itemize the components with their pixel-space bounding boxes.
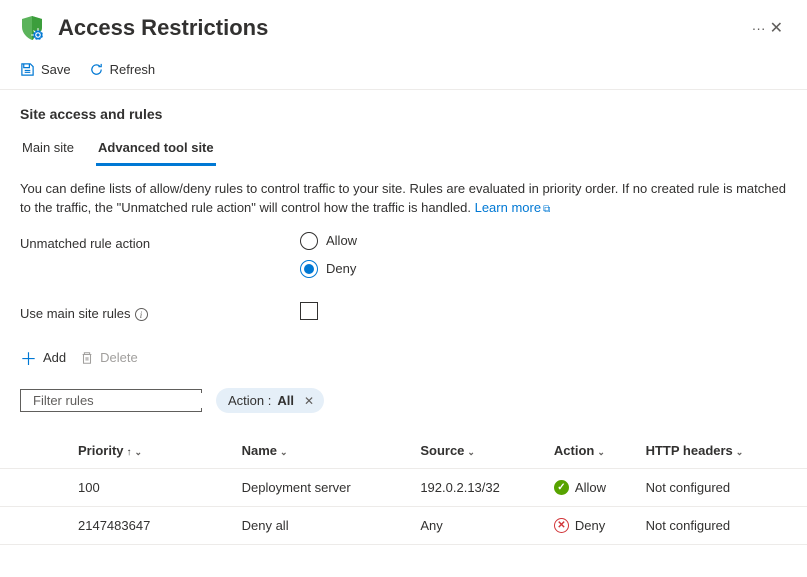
- pill-remove-icon[interactable]: ✕: [304, 394, 314, 408]
- radio-allow[interactable]: Allow: [300, 232, 357, 250]
- cell-action: ✓Allow: [554, 469, 646, 507]
- save-icon: [20, 62, 35, 77]
- plus-icon: ＋: [20, 345, 37, 370]
- delete-label: Delete: [100, 350, 138, 365]
- chevron-down-icon: ⌄: [736, 447, 744, 457]
- table-row[interactable]: 100Deployment server192.0.2.13/32✓AllowN…: [0, 469, 807, 507]
- page-title: Access Restrictions: [58, 15, 734, 41]
- radio-allow-label: Allow: [326, 233, 357, 248]
- col-source[interactable]: Source⌄: [420, 433, 554, 469]
- cell-http-headers: Not configured: [646, 469, 807, 507]
- external-link-icon: ⧉: [543, 204, 550, 215]
- trash-icon: [80, 351, 94, 365]
- use-main-rules-label: Use main site rulesi: [20, 302, 300, 322]
- col-http-headers[interactable]: HTTP headers⌄: [646, 433, 807, 469]
- allow-icon: ✓: [554, 480, 569, 495]
- delete-button[interactable]: Delete: [80, 350, 138, 365]
- chevron-down-icon: ⌄: [280, 447, 288, 457]
- close-button[interactable]: ✕: [766, 14, 787, 42]
- tab-advanced-tool-site[interactable]: Advanced tool site: [96, 134, 216, 166]
- pill-value: All: [277, 393, 294, 408]
- pill-label: Action :: [228, 393, 271, 408]
- chevron-down-icon: ⌄: [135, 447, 143, 457]
- more-menu-button[interactable]: ···: [752, 20, 766, 36]
- radio-icon: [300, 232, 318, 250]
- col-priority[interactable]: Priority↑⌄: [0, 433, 242, 469]
- filter-pill-action[interactable]: Action : All ✕: [216, 388, 324, 413]
- cell-source: Any: [420, 507, 554, 545]
- rules-table: Priority↑⌄ Name⌄ Source⌄ Action⌄ HTTP he…: [0, 433, 807, 545]
- refresh-icon: [89, 62, 104, 77]
- shield-icon: [20, 15, 44, 41]
- chevron-down-icon: ⌄: [467, 447, 475, 457]
- cell-http-headers: Not configured: [646, 507, 807, 545]
- description-text: You can define lists of allow/deny rules…: [0, 166, 807, 222]
- unmatched-rule-label: Unmatched rule action: [20, 232, 300, 251]
- refresh-button[interactable]: Refresh: [89, 62, 156, 77]
- add-button[interactable]: ＋ Add: [20, 345, 66, 370]
- use-main-rules-checkbox[interactable]: [300, 302, 318, 320]
- cell-source: 192.0.2.13/32: [420, 469, 554, 507]
- refresh-label: Refresh: [110, 62, 156, 77]
- sort-up-icon: ↑: [127, 447, 132, 458]
- filter-input-wrapper[interactable]: [20, 389, 202, 412]
- chevron-down-icon: ⌄: [597, 447, 605, 457]
- cell-name: Deployment server: [242, 469, 421, 507]
- info-icon[interactable]: i: [135, 308, 148, 321]
- learn-more-link[interactable]: Learn more⧉: [475, 200, 551, 215]
- col-action[interactable]: Action⌄: [554, 433, 646, 469]
- col-name[interactable]: Name⌄: [242, 433, 421, 469]
- tab-main-site[interactable]: Main site: [20, 134, 76, 166]
- filter-input[interactable]: [33, 393, 209, 408]
- save-button[interactable]: Save: [20, 62, 71, 77]
- cell-priority: 100: [0, 469, 242, 507]
- section-title: Site access and rules: [0, 90, 807, 130]
- cell-priority: 2147483647: [0, 507, 242, 545]
- deny-icon: ✕: [554, 518, 569, 533]
- cell-name: Deny all: [242, 507, 421, 545]
- add-label: Add: [43, 350, 66, 365]
- radio-icon: [300, 260, 318, 278]
- table-row[interactable]: 2147483647Deny allAny✕DenyNot configured: [0, 507, 807, 545]
- cell-action: ✕Deny: [554, 507, 646, 545]
- save-label: Save: [41, 62, 71, 77]
- radio-deny[interactable]: Deny: [300, 260, 357, 278]
- radio-deny-label: Deny: [326, 261, 356, 276]
